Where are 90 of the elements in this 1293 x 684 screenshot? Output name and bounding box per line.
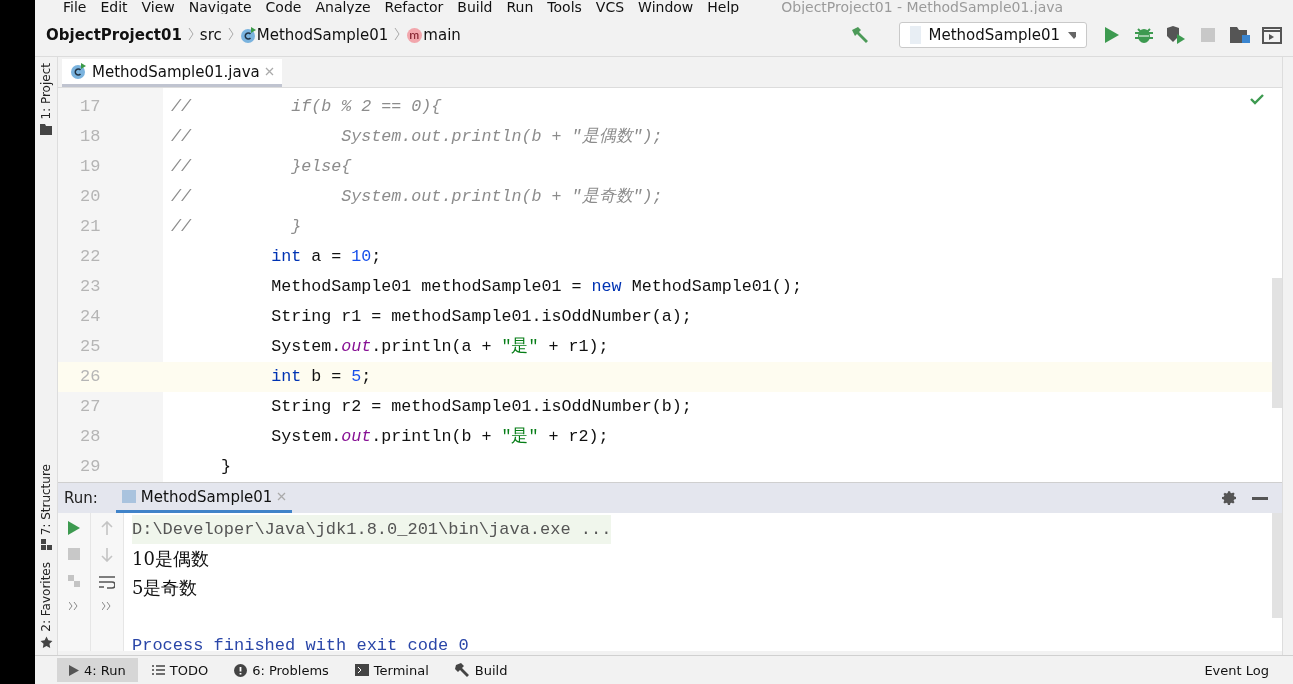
structure-icon xyxy=(40,539,52,551)
menu-item[interactable]: Run xyxy=(506,0,534,14)
line-number: 28 xyxy=(79,426,102,448)
more-icon[interactable] xyxy=(69,602,79,610)
hammer-icon xyxy=(454,663,470,677)
close-icon[interactable] xyxy=(277,492,287,501)
play-icon xyxy=(69,664,79,676)
console-icon xyxy=(121,490,136,503)
rerun-icon[interactable] xyxy=(68,521,80,535)
menu-item[interactable]: Edit xyxy=(100,0,128,14)
menu-item[interactable]: View xyxy=(141,0,175,14)
close-icon[interactable] xyxy=(264,67,274,76)
tool-window-button[interactable]: 4: Run xyxy=(57,658,138,682)
warning-icon xyxy=(234,663,248,677)
check-icon xyxy=(1250,94,1264,105)
line-number: 19 xyxy=(79,156,102,178)
code-line: String r1 = methodSample01.isOddNumber(a); xyxy=(270,306,693,328)
run-configuration-dropdown[interactable]: MethodSample01 xyxy=(899,22,1087,48)
tool-window-button[interactable]: TODO xyxy=(139,658,221,682)
code-line: System.out.println(a + "是" + r1); xyxy=(270,336,610,358)
restore-layout-icon[interactable] xyxy=(66,573,82,589)
line-number: 17 xyxy=(79,96,102,118)
code-line: MethodSample01 methodSample01 = new MethodSample01(); xyxy=(270,276,803,298)
line-number: 29 xyxy=(79,456,102,478)
code-line: int a = 10; xyxy=(270,246,383,268)
class-icon xyxy=(239,26,257,44)
folder-icon xyxy=(40,123,52,135)
coverage-icon[interactable] xyxy=(1165,24,1187,46)
terminal-window-icon[interactable] xyxy=(1261,24,1283,46)
menu-item[interactable]: Window xyxy=(638,0,694,14)
event-log-button[interactable]: Event Log xyxy=(1198,661,1275,679)
window-title: ObjectProject01 - MethodSample01.java xyxy=(781,0,1064,14)
menu-item[interactable]: Code xyxy=(265,0,302,14)
hammer-icon[interactable] xyxy=(849,24,871,46)
menu-item[interactable]: Tools xyxy=(547,0,582,14)
line-number: 18 xyxy=(79,126,102,148)
menu-item[interactable]: Refactor xyxy=(384,0,444,14)
console-line: 5是奇数 xyxy=(132,576,198,600)
line-number: 26 xyxy=(58,362,163,392)
breadcrumb-item[interactable]: MethodSample01 xyxy=(256,26,389,44)
line-number: 22 xyxy=(79,246,102,268)
breadcrumb-item[interactable]: ObjectProject01 xyxy=(46,26,182,44)
tool-window-button[interactable]: Build xyxy=(442,658,520,682)
code-line: } xyxy=(220,456,233,478)
editor-tab[interactable]: MethodSample01.java xyxy=(62,59,282,87)
menu-item[interactable]: VCS xyxy=(595,0,625,14)
line-number: 20 xyxy=(79,186,102,208)
code-line: // System.out.println(b + "是奇数"); xyxy=(170,186,664,208)
line-number: 27 xyxy=(79,396,102,418)
line-number: 25 xyxy=(79,336,102,358)
code-line: // } xyxy=(170,216,303,238)
class-icon xyxy=(70,63,87,80)
tool-window-button[interactable]: Terminal xyxy=(342,658,441,682)
caret-icon xyxy=(1068,31,1076,39)
up-arrow-icon[interactable] xyxy=(101,521,113,535)
more-icon[interactable] xyxy=(102,602,112,610)
method-icon xyxy=(406,26,424,44)
tool-window-button[interactable]: 2: Favorites xyxy=(35,556,57,655)
menu-item[interactable]: Help xyxy=(707,0,740,14)
settings-icon[interactable] xyxy=(1222,490,1238,506)
down-arrow-icon[interactable] xyxy=(101,548,113,562)
console-line: Process finished with exit code 0 xyxy=(132,635,469,651)
breadcrumb-item[interactable]: src xyxy=(199,26,222,44)
menu-item[interactable]: Build xyxy=(457,0,493,14)
minimize-icon[interactable] xyxy=(1252,496,1268,500)
menu-item[interactable]: Analyze xyxy=(315,0,371,14)
code-line: // if(b % 2 == 0){ xyxy=(170,96,443,118)
panel-title: Run: xyxy=(64,489,98,507)
scrollbar-thumb[interactable] xyxy=(1272,513,1282,618)
terminal-icon xyxy=(354,664,369,676)
tool-window-button[interactable]: 6: Problems xyxy=(222,658,341,682)
line-number: 21 xyxy=(79,216,102,238)
code-line: // System.out.println(b + "是偶数"); xyxy=(170,126,664,148)
console-line: 10是偶数 xyxy=(132,547,209,571)
code-editor[interactable] xyxy=(58,88,1282,482)
tool-window-button[interactable]: 1: Project xyxy=(35,57,57,141)
soft-wrap-icon[interactable] xyxy=(99,575,115,589)
code-line: // }else{ xyxy=(170,156,353,178)
menu-item[interactable]: File xyxy=(63,0,87,14)
tool-window-button[interactable]: 7: Structure xyxy=(35,457,57,557)
breadcrumb-item[interactable]: main xyxy=(423,26,461,44)
menu-item[interactable]: Navigate xyxy=(188,0,252,14)
list-icon xyxy=(151,665,165,675)
line-number: 24 xyxy=(79,306,102,328)
star-icon xyxy=(39,636,53,649)
project-structure-icon[interactable] xyxy=(1229,24,1251,46)
line-number: 23 xyxy=(79,276,102,298)
code-line: String r2 = methodSample01.isOddNumber(b); xyxy=(270,396,693,418)
scrollbar-thumb[interactable] xyxy=(1272,278,1282,408)
code-line: System.out.println(b + "是" + r2); xyxy=(270,426,610,448)
